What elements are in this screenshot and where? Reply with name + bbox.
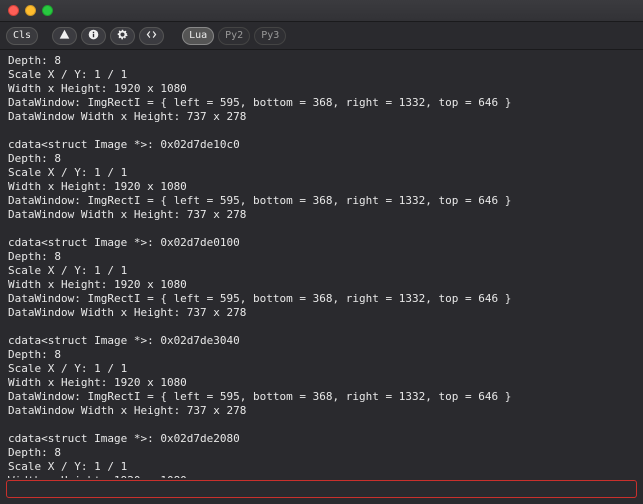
toolbar: Cls Lua Py2 Py3 xyxy=(0,22,643,50)
code-icon xyxy=(146,29,157,43)
output-line: Depth: 8 xyxy=(8,446,635,460)
cls-button[interactable]: Cls xyxy=(6,27,38,45)
command-input[interactable] xyxy=(7,481,636,497)
output-line: DataWindow: ImgRectI = { left = 595, bot… xyxy=(8,390,635,404)
output-block: cdata<struct Image *>: 0x02d7de0100Depth… xyxy=(8,236,635,320)
info-button[interactable] xyxy=(81,27,106,45)
output-line: DataWindow: ImgRectI = { left = 595, bot… xyxy=(8,194,635,208)
output-line: Width x Height: 1920 x 1080 xyxy=(8,180,635,194)
output-block: cdata<struct Image *>: 0x02d7de3040Depth… xyxy=(8,334,635,418)
output-line: DataWindow Width x Height: 737 x 278 xyxy=(8,208,635,222)
output-line: cdata<struct Image *>: 0x02d7de2080 xyxy=(8,432,635,446)
warning-button[interactable] xyxy=(52,27,77,45)
output-line: Depth: 8 xyxy=(8,348,635,362)
gear-icon xyxy=(117,29,128,43)
output-line: Scale X / Y: 1 / 1 xyxy=(8,68,635,82)
output-block: cdata<struct Image *>: 0x02d7de10c0Depth… xyxy=(8,138,635,222)
output-line: Scale X / Y: 1 / 1 xyxy=(8,166,635,180)
code-button[interactable] xyxy=(139,27,164,45)
warning-icon xyxy=(59,29,70,43)
output-line: Scale X / Y: 1 / 1 xyxy=(8,362,635,376)
tab-py2[interactable]: Py2 xyxy=(218,27,250,45)
output-line: Width x Height: 1920 x 1080 xyxy=(8,278,635,292)
tab-lua[interactable]: Lua xyxy=(182,27,214,45)
output-line: Scale X / Y: 1 / 1 xyxy=(8,460,635,474)
titlebar xyxy=(0,0,643,22)
console-output: Depth: 8Scale X / Y: 1 / 1Width x Height… xyxy=(0,50,643,478)
info-icon xyxy=(88,29,99,43)
output-line: DataWindow Width x Height: 737 x 278 xyxy=(8,404,635,418)
command-input-wrapper xyxy=(6,480,637,498)
maximize-icon[interactable] xyxy=(42,5,53,16)
output-line: DataWindow Width x Height: 737 x 278 xyxy=(8,110,635,124)
output-block: cdata<struct Image *>: 0x02d7de2080Depth… xyxy=(8,432,635,478)
settings-button[interactable] xyxy=(110,27,135,45)
language-tabs: Lua Py2 Py3 xyxy=(182,27,286,45)
output-line: Depth: 8 xyxy=(8,250,635,264)
output-line: Width x Height: 1920 x 1080 xyxy=(8,376,635,390)
tab-py3[interactable]: Py3 xyxy=(254,27,286,45)
minimize-icon[interactable] xyxy=(25,5,36,16)
output-line: cdata<struct Image *>: 0x02d7de0100 xyxy=(8,236,635,250)
output-block: Depth: 8Scale X / Y: 1 / 1Width x Height… xyxy=(8,54,635,124)
output-line: cdata<struct Image *>: 0x02d7de3040 xyxy=(8,334,635,348)
close-icon[interactable] xyxy=(8,5,19,16)
output-line: DataWindow Width x Height: 737 x 278 xyxy=(8,306,635,320)
output-line: cdata<struct Image *>: 0x02d7de10c0 xyxy=(8,138,635,152)
output-line: Depth: 8 xyxy=(8,152,635,166)
output-line: Width x Height: 1920 x 1080 xyxy=(8,82,635,96)
output-line: DataWindow: ImgRectI = { left = 595, bot… xyxy=(8,96,635,110)
output-line: DataWindow: ImgRectI = { left = 595, bot… xyxy=(8,292,635,306)
output-line: Scale X / Y: 1 / 1 xyxy=(8,264,635,278)
output-line: Width x Height: 1920 x 1080 xyxy=(8,474,635,478)
output-line: Depth: 8 xyxy=(8,54,635,68)
